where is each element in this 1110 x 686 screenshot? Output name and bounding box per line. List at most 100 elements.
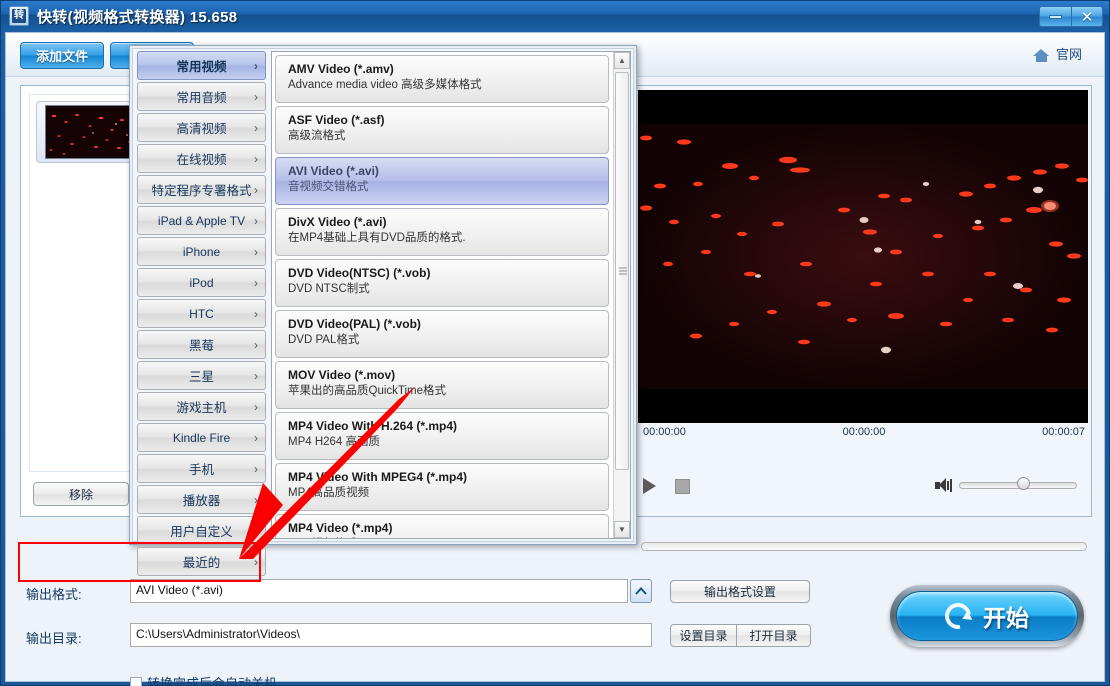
preview-panel: 00:00:00 00:00:00 00:00:07: [634, 85, 1092, 517]
chevron-up-icon: [635, 587, 647, 595]
category-item-label: 常用视频: [176, 56, 226, 75]
category-item[interactable]: iPod›: [137, 268, 266, 297]
refresh-icon: [940, 598, 976, 634]
chevron-right-icon: ›: [254, 338, 258, 352]
volume-cone: [939, 478, 946, 492]
output-dir-input[interactable]: C:\Users\Administrator\Videos\: [130, 623, 652, 647]
app-icon-glyph: 转: [12, 9, 26, 23]
chevron-right-icon: ›: [254, 152, 258, 166]
category-item[interactable]: 常用视频›: [137, 51, 266, 80]
home-icon: [1033, 46, 1050, 62]
category-item-label: Kindle Fire: [173, 431, 230, 445]
category-item-label: 常用音频: [176, 87, 226, 106]
window-title: 快转(视频格式转换器) 15.658: [37, 6, 237, 27]
category-item[interactable]: 三星›: [137, 361, 266, 390]
stop-icon[interactable]: [675, 479, 690, 494]
category-item-label: 高清视频: [176, 118, 226, 137]
video-preview[interactable]: [638, 90, 1088, 423]
volume-wave-1: [947, 481, 949, 490]
format-item[interactable]: AVI Video (*.avi)音视频交错格式: [275, 157, 609, 205]
category-item-label: 播放器: [183, 490, 221, 509]
output-format-input[interactable]: AVI Video (*.avi): [130, 579, 628, 603]
scrollbar-down-icon[interactable]: ▼: [614, 521, 630, 538]
time-start: 00:00:00: [643, 426, 686, 438]
auto-shutdown-row[interactable]: 转换完成后会自动关机: [130, 673, 277, 686]
output-format-label: 输出格式:: [26, 584, 82, 603]
app-icon: 转: [9, 6, 29, 26]
category-item-label: HTC: [189, 307, 214, 321]
category-item-label: 手机: [189, 459, 214, 478]
format-item[interactable]: DivX Video (*.avi)在MP4基础上具有DVD品质的格式.: [275, 208, 609, 256]
category-item[interactable]: HTC ›: [137, 299, 266, 328]
chevron-right-icon: ›: [254, 183, 258, 197]
format-item-title: AVI Video (*.avi): [288, 163, 608, 179]
seek-slider[interactable]: [641, 542, 1087, 551]
format-item[interactable]: DVD Video(NTSC) (*.vob)DVD NTSC制式: [275, 259, 609, 307]
category-item[interactable]: 黑莓 ›: [137, 330, 266, 359]
category-item-label: 黑莓: [189, 335, 214, 354]
category-item[interactable]: iPad & Apple TV ›: [137, 206, 266, 235]
video-frame: [638, 124, 1088, 389]
format-item[interactable]: DVD Video(PAL) (*.vob)DVD PAL格式: [275, 310, 609, 358]
category-item[interactable]: iPhone ›: [137, 237, 266, 266]
category-item-label: 用户自定义: [170, 521, 233, 540]
format-item-description: 音视频交错格式: [288, 179, 608, 195]
start-button[interactable]: 开始: [890, 585, 1084, 647]
format-settings-button[interactable]: 输出格式设置: [670, 580, 810, 603]
application-window: 转 快转(视频格式转换器) 15.658 ✕ 添加文件 官网: [0, 0, 1110, 686]
format-item-title: ASF Video (*.asf): [288, 112, 608, 128]
category-item[interactable]: 高清视频›: [137, 113, 266, 142]
format-item-description: DVD NTSC制式: [288, 281, 608, 297]
category-item-label: iPod: [189, 276, 213, 290]
category-item-label: iPhone: [183, 245, 220, 259]
remove-button[interactable]: 移除: [33, 482, 129, 506]
minimize-button[interactable]: [1039, 6, 1071, 27]
open-directory-button[interactable]: 打开目录: [736, 624, 811, 647]
volume-slider-thumb[interactable]: [1017, 477, 1030, 490]
category-item-label: iPad & Apple TV: [158, 214, 245, 228]
auto-shutdown-checkbox[interactable]: [130, 677, 142, 686]
category-item[interactable]: 常用音频 ›: [137, 82, 266, 111]
format-item-description: Advance media video 高级多媒体格式: [288, 77, 608, 93]
output-format-dropdown-toggle[interactable]: [630, 579, 652, 603]
close-button[interactable]: ✕: [1071, 6, 1103, 27]
format-item-title: DVD Video(PAL) (*.vob): [288, 316, 608, 332]
category-item[interactable]: 特定程序专署格式›: [137, 175, 266, 204]
format-item-title: DVD Video(NTSC) (*.vob): [288, 265, 608, 281]
category-item-label: 特定程序专署格式: [151, 180, 251, 199]
chevron-right-icon: ›: [254, 90, 258, 104]
scrollbar-thumb[interactable]: [615, 72, 629, 470]
chevron-right-icon: ›: [254, 307, 258, 321]
format-item[interactable]: ASF Video (*.asf)高级流格式: [275, 106, 609, 154]
window-controls: ✕: [1039, 6, 1103, 27]
annotation-arrow: [239, 387, 415, 559]
format-item-title: AMV Video (*.amv): [288, 61, 608, 77]
chevron-right-icon: ›: [254, 214, 258, 228]
official-site-label: 官网: [1056, 44, 1082, 63]
auto-shutdown-label: 转换完成后会自动关机: [147, 673, 277, 686]
format-item-description: 高级流格式: [288, 128, 608, 144]
format-item[interactable]: AMV Video (*.amv)Advance media video 高级多…: [275, 55, 609, 103]
annotation-highlight-rect: [18, 542, 261, 582]
scrollbar-up-icon[interactable]: ▲: [614, 52, 630, 69]
transport-controls: [635, 468, 1091, 512]
time-current: 00:00:00: [843, 426, 886, 438]
volume-icon[interactable]: [935, 478, 953, 493]
format-item-title: DivX Video (*.avi): [288, 214, 608, 230]
timecode-row: 00:00:00 00:00:00 00:00:07: [639, 426, 1089, 438]
set-directory-button[interactable]: 设置目录: [670, 624, 737, 647]
output-dir-label: 输出目录:: [26, 628, 82, 647]
category-item[interactable]: 在线视频›: [137, 144, 266, 173]
category-item-label: 游戏主机: [176, 397, 226, 416]
format-list-scrollbar[interactable]: ▲ ▼: [613, 52, 630, 538]
format-item-description: 在MP4基础上具有DVD品质的格式.: [288, 230, 608, 246]
chevron-right-icon: ›: [254, 245, 258, 259]
play-icon[interactable]: [643, 478, 656, 494]
start-button-inner: 开始: [896, 591, 1078, 641]
video-thumbnail: [45, 105, 141, 159]
format-item-description: DVD PAL格式: [288, 332, 608, 348]
add-file-button[interactable]: 添加文件: [20, 42, 104, 69]
chevron-right-icon: ›: [254, 369, 258, 383]
close-icon: ✕: [1081, 8, 1094, 26]
official-site-link[interactable]: 官网: [1033, 44, 1082, 63]
